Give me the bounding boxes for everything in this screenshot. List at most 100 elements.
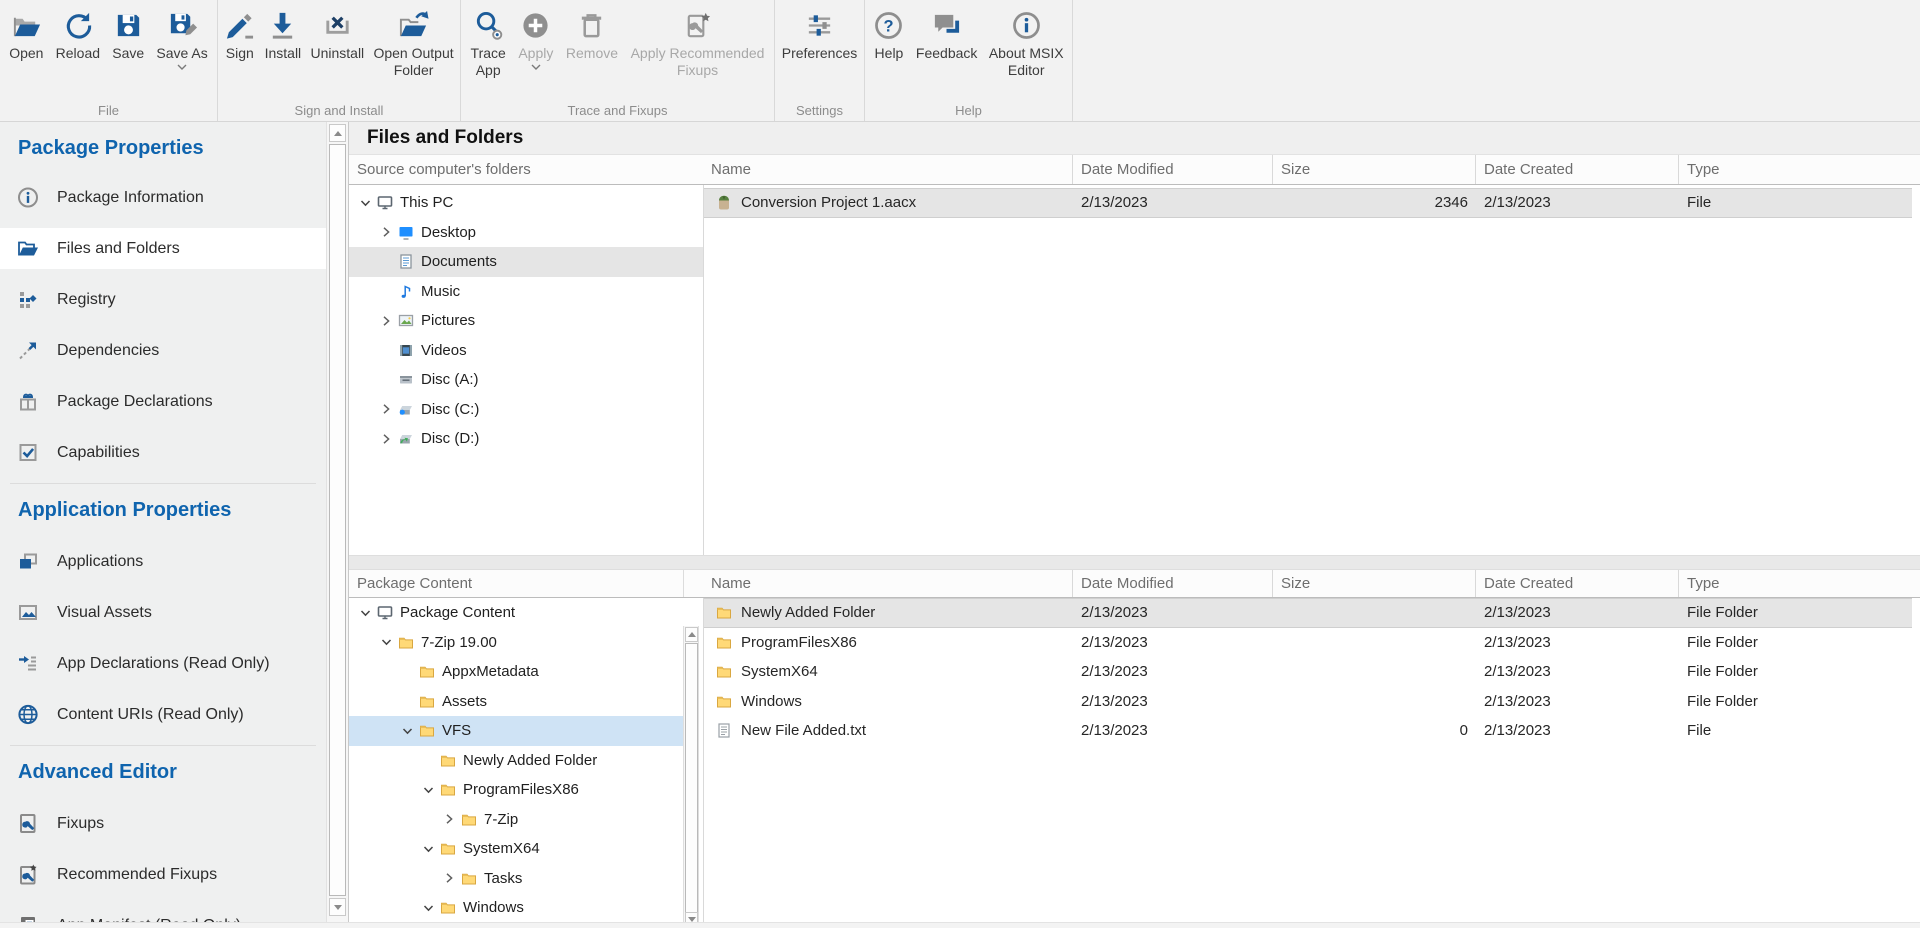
sidebar-item-applications[interactable]: Applications: [0, 541, 326, 582]
table-row[interactable]: Conversion Project 1.aacx2/13/202323462/…: [704, 188, 1912, 218]
sidebar-item-files-and-folders[interactable]: Files and Folders: [0, 228, 326, 269]
table-row[interactable]: New File Added.txt2/13/202302/13/2023Fil…: [704, 716, 1920, 746]
chevron-down-icon[interactable]: [422, 842, 440, 856]
tree-item-windows[interactable]: Windows: [349, 893, 683, 923]
column-header-size[interactable]: Size: [1272, 570, 1475, 597]
column-header-type[interactable]: Type: [1678, 570, 1920, 597]
ribbon-trace-app-button[interactable]: TraceApp: [468, 8, 509, 79]
ribbon-install-button[interactable]: Install: [262, 8, 305, 62]
file-name: ProgramFilesX86: [741, 634, 857, 651]
sidebar-item-registry[interactable]: Registry: [0, 279, 326, 320]
package-file-icon: [716, 195, 732, 211]
chevron-down-icon[interactable]: [177, 63, 187, 70]
sidebar-item-package-declarations[interactable]: Package Declarations: [0, 381, 326, 422]
tree-item-assets[interactable]: Assets: [349, 687, 683, 717]
ribbon-remove-button[interactable]: Remove: [563, 8, 621, 62]
table-row[interactable]: SystemX642/13/20232/13/2023File Folder: [704, 657, 1920, 687]
chevron-down-icon[interactable]: [422, 901, 440, 915]
tree-item-disc-c[interactable]: Disc (C:): [349, 395, 703, 425]
scroll-up-icon[interactable]: [685, 627, 698, 642]
scroll-up-icon[interactable]: [329, 124, 346, 142]
horizontal-scrollbar[interactable]: [0, 922, 1920, 928]
ribbon-open-output-folder-button[interactable]: Open OutputFolder: [370, 8, 456, 79]
chevron-right-icon[interactable]: [380, 314, 398, 328]
file-name: Newly Added Folder: [741, 604, 875, 621]
ribbon-save-as-button[interactable]: Save As: [153, 8, 210, 70]
ribbon-about-msix-editor-button[interactable]: About MSIXEditor: [986, 8, 1067, 79]
tree-item-vfs[interactable]: VFS: [349, 716, 683, 746]
tree-item-pictures[interactable]: Pictures: [349, 306, 703, 336]
table-row[interactable]: Windows2/13/20232/13/2023File Folder: [704, 687, 1920, 717]
ribbon-group-file: OpenReloadSaveSave AsFile: [0, 0, 218, 121]
scrollbar-thumb[interactable]: [685, 643, 698, 915]
chevron-right-icon[interactable]: [380, 225, 398, 239]
chevron-right-icon[interactable]: [443, 812, 461, 826]
column-header-date-modified[interactable]: Date Modified: [1072, 155, 1272, 184]
tree-item-videos[interactable]: Videos: [349, 336, 703, 366]
tree-scrollbar[interactable]: [683, 626, 699, 928]
chevron-down-icon[interactable]: [380, 635, 398, 649]
tree-item-programfilesx86[interactable]: ProgramFilesX86: [349, 775, 683, 805]
tree-item-this-pc[interactable]: This PC: [349, 188, 703, 218]
tree-item-7-zip[interactable]: 7-Zip: [349, 805, 683, 835]
chevron-down-icon[interactable]: [359, 606, 377, 620]
ribbon-group-sign-and-install: SignInstallUninstallOpen OutputFolderSig…: [218, 0, 461, 121]
ribbon-sign-button[interactable]: Sign: [221, 8, 258, 62]
ribbon-feedback-button[interactable]: Feedback: [913, 8, 980, 62]
file-name: Windows: [741, 693, 802, 710]
tree-item-systemx64[interactable]: SystemX64: [349, 834, 683, 864]
sidebar-item-app-declarations-read-only[interactable]: App Declarations (Read Only): [0, 643, 326, 684]
ribbon-reload-button[interactable]: Reload: [53, 8, 103, 62]
tree-item-desktop[interactable]: Desktop: [349, 218, 703, 248]
chevron-right-icon[interactable]: [443, 871, 461, 885]
chevron-down-icon[interactable]: [422, 783, 440, 797]
ribbon-uninstall-button[interactable]: Uninstall: [307, 8, 367, 62]
pane-splitter[interactable]: [349, 555, 1920, 570]
column-header-date-created[interactable]: Date Created: [1475, 570, 1678, 597]
tree-item-label: Documents: [421, 253, 497, 270]
column-header-type[interactable]: Type: [1678, 155, 1920, 184]
pane-header-label-source-computer-s-folders: Source computer's folders: [349, 155, 703, 184]
sidebar-item-recommended-fixups[interactable]: Recommended Fixups: [0, 854, 326, 895]
chevron-down-icon[interactable]: [359, 196, 377, 210]
ribbon-help-button[interactable]: ?Help: [870, 8, 907, 62]
tree-item-package-content[interactable]: Package Content: [349, 598, 683, 628]
column-header-size[interactable]: Size: [1272, 155, 1475, 184]
tree-item-documents[interactable]: Documents: [349, 247, 703, 277]
tree-item-appxmetadata[interactable]: AppxMetadata: [349, 657, 683, 687]
table-row[interactable]: Newly Added Folder2/13/20232/13/2023File…: [704, 598, 1912, 628]
section-divider: [10, 745, 316, 746]
sidebar-item-fixups[interactable]: Fixups: [0, 803, 326, 844]
ribbon-apply-recommended-fixups-button[interactable]: Apply RecommendedFixups: [628, 8, 768, 79]
tree-item-music[interactable]: Music: [349, 277, 703, 307]
sidebar-item-visual-assets[interactable]: Visual Assets: [0, 592, 326, 633]
sidebar-item-capabilities[interactable]: Capabilities: [0, 432, 326, 473]
scrollbar-thumb[interactable]: [329, 144, 346, 896]
size-cell: 2346: [1273, 189, 1476, 217]
chevron-down-icon[interactable]: [401, 724, 419, 738]
tree-item-disc-d[interactable]: Disc (D:): [349, 424, 703, 454]
scroll-down-icon[interactable]: [329, 898, 346, 916]
sidebar-item-content-uris-read-only[interactable]: Content URIs (Read Only): [0, 694, 326, 735]
ribbon-apply-button[interactable]: Apply: [515, 8, 556, 70]
chevron-right-icon[interactable]: [380, 432, 398, 446]
sidebar-item-dependencies[interactable]: Dependencies: [0, 330, 326, 371]
ribbon-open-button[interactable]: Open: [6, 8, 46, 62]
tree-item-7-zip-19-00[interactable]: 7-Zip 19.00: [349, 628, 683, 658]
folder-icon: [440, 782, 456, 798]
chevron-right-icon[interactable]: [380, 402, 398, 416]
tree-item-newly-added-folder[interactable]: Newly Added Folder: [349, 746, 683, 776]
column-header-date-created[interactable]: Date Created: [1475, 155, 1678, 184]
registry-icon: [17, 289, 39, 311]
ribbon-save-button[interactable]: Save: [109, 8, 147, 62]
column-header-name[interactable]: Name: [703, 155, 1072, 184]
sidebar-item-package-information[interactable]: Package Information: [0, 177, 326, 218]
tree-item-disc-a[interactable]: Disc (A:): [349, 365, 703, 395]
chevron-down-icon[interactable]: [531, 63, 541, 70]
column-header-name[interactable]: Name: [703, 570, 1072, 597]
column-header-date-modified[interactable]: Date Modified: [1072, 570, 1272, 597]
sidebar-scrollbar[interactable]: [326, 122, 348, 928]
tree-item-tasks[interactable]: Tasks: [349, 864, 683, 894]
table-row[interactable]: ProgramFilesX862/13/20232/13/2023File Fo…: [704, 628, 1920, 658]
ribbon-preferences-button[interactable]: Preferences: [779, 8, 860, 62]
